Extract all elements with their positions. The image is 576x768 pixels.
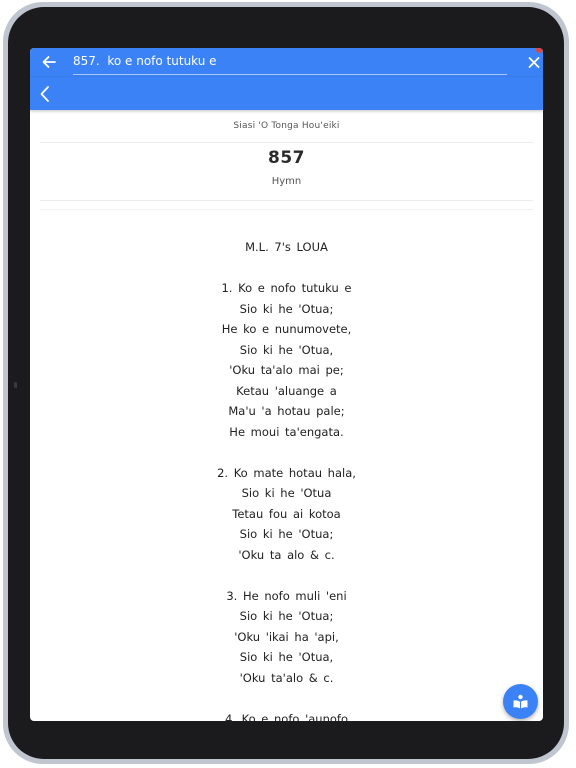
app-bar bbox=[30, 77, 543, 110]
divider bbox=[40, 209, 533, 210]
search-bar bbox=[30, 48, 543, 77]
hymn-source: Siasi 'O Tonga Hou'eiki bbox=[233, 121, 340, 131]
device-side-button bbox=[14, 382, 17, 388]
arrow-left-icon[interactable] bbox=[39, 52, 59, 72]
chevron-left-icon[interactable] bbox=[34, 83, 56, 105]
tablet-device: Siasi 'O Tonga Hou'eiki 857 Hymn M.L. 7'… bbox=[0, 0, 576, 768]
search-input-underline bbox=[73, 74, 507, 75]
search-input[interactable] bbox=[73, 51, 506, 71]
divider bbox=[40, 200, 533, 201]
close-icon[interactable] bbox=[525, 52, 543, 72]
hymn-lyrics: M.L. 7's LOUA 1. Ko e nofo tutuku e Sio … bbox=[217, 240, 356, 721]
reader-mode-button[interactable] bbox=[503, 684, 538, 719]
hymn-number: 857 bbox=[268, 148, 305, 168]
app-screen: Siasi 'O Tonga Hou'eiki 857 Hymn M.L. 7'… bbox=[30, 48, 543, 721]
hymn-type: Hymn bbox=[271, 176, 302, 187]
book-reader-icon bbox=[513, 694, 528, 709]
divider bbox=[40, 142, 533, 143]
